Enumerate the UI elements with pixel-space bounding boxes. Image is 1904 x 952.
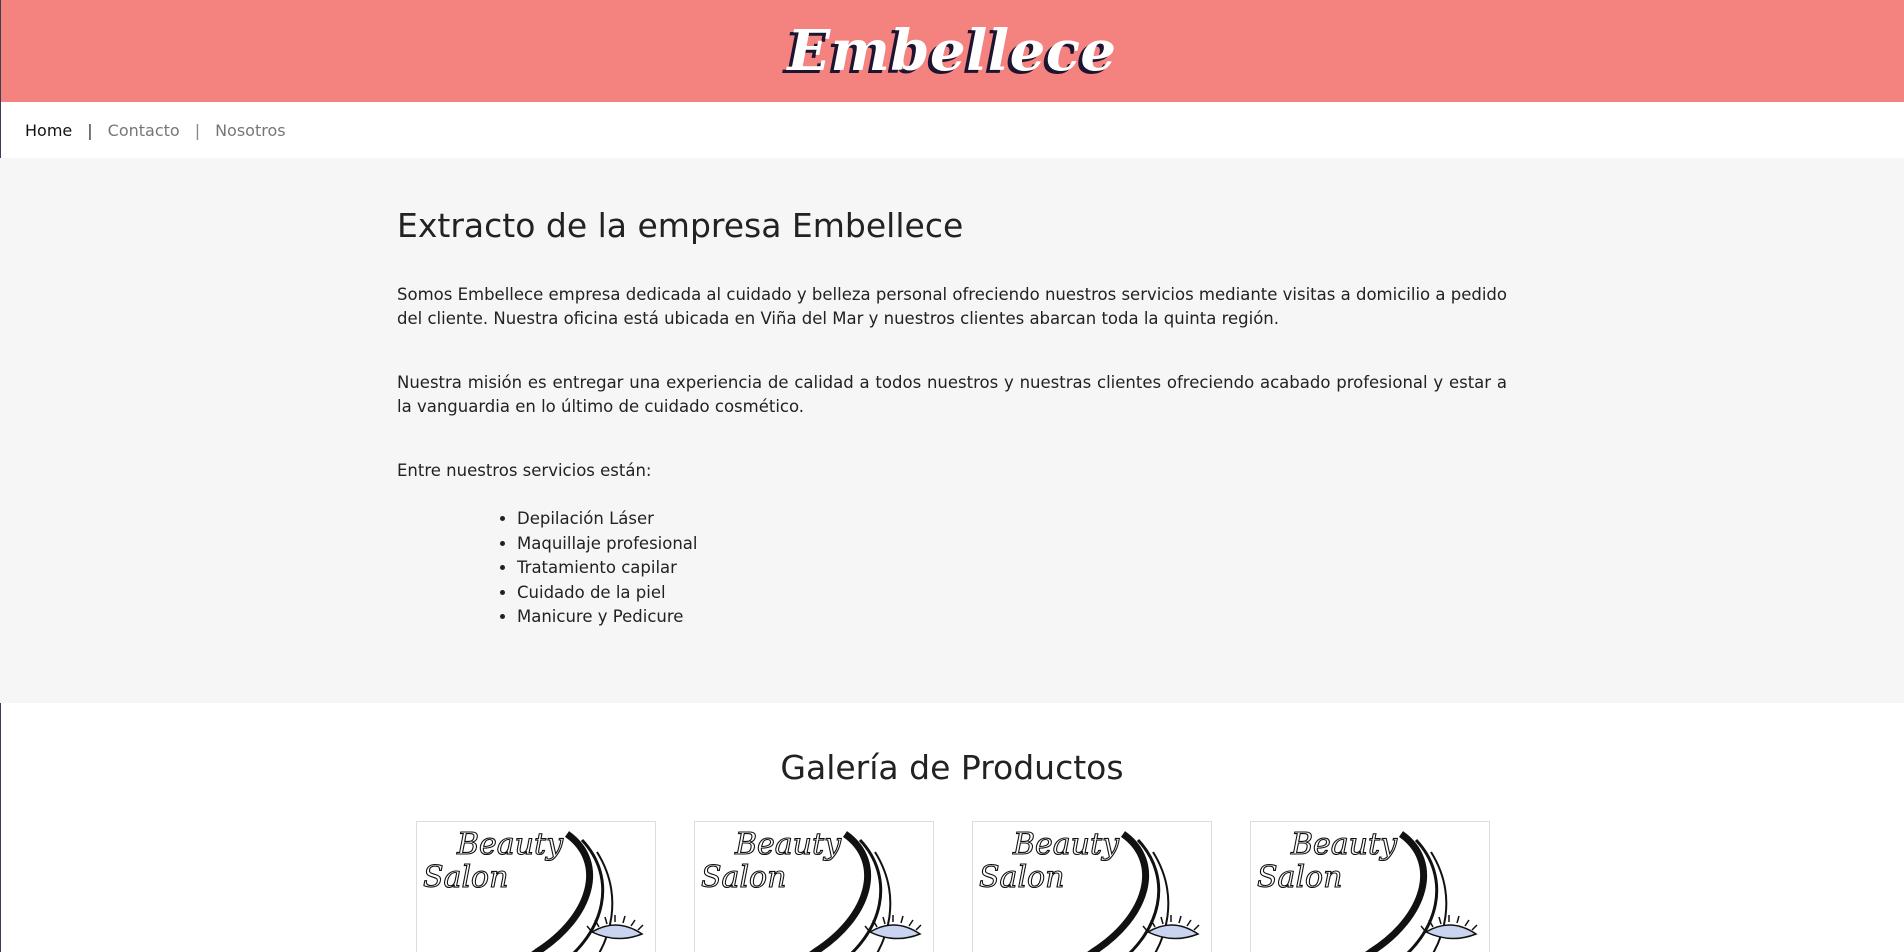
product-card[interactable]: Beauty Salon [1250,821,1490,952]
logo-text-salon: Salon [1257,860,1342,895]
logo-text-beauty: Beauty [1012,827,1120,862]
main-nav: Home | Contacto | Nosotros [0,102,1904,158]
nav-separator: | [87,120,93,140]
nav-contacto-link[interactable]: Contacto [108,121,180,140]
nav-nosotros-link[interactable]: Nosotros [215,121,286,140]
logo-text-beauty: Beauty [734,827,842,862]
logo-eye [590,924,644,940]
logo-eye [868,924,922,940]
logo-text-salon: Salon [979,860,1064,895]
about-section: Extracto de la empresa Embellece Somos E… [0,158,1904,703]
service-item: Depilación Láser [517,507,1507,532]
beauty-salon-logo-image: BeautySalon [422,826,644,952]
gallery-cards: Beauty Salon Beauty Salon Beauty Salon Beau… [416,821,1490,952]
about-paragraph-mission: Nuestra misión es entregar una experienc… [397,373,1507,416]
about-title: Extracto de la empresa Embellece [397,206,964,245]
logo-text-salon: Salon [701,860,786,895]
service-item: Manicure y Pedicure [517,605,1507,630]
gallery-title: Galería de Productos [780,748,1124,787]
about-paragraph-services-intro: Entre nuestros servicios están: [397,461,652,480]
nav-home-link[interactable]: Home [25,121,72,140]
site-header: Embellece [0,0,1904,102]
nav-separator: | [194,120,201,140]
logo-eye [1424,924,1478,940]
service-item: Tratamiento capilar [517,556,1507,581]
logo-text-beauty: Beauty [456,827,564,862]
product-card[interactable]: Beauty Salon [416,821,656,952]
product-card[interactable]: Beauty Salon [694,821,934,952]
about-content: Extracto de la empresa Embellece Somos E… [397,206,1507,630]
service-item: Maquillaje profesional [517,532,1507,557]
logo-text-beauty: Beauty [1290,827,1398,862]
page: Embellece Home | Contacto | Nosotros Ext… [0,0,1904,952]
beauty-salon-logo-image: BeautySalon [978,826,1200,952]
product-card[interactable]: Beauty Salon [972,821,1212,952]
beauty-salon-logo-image: BeautySalon [1256,826,1478,952]
beauty-salon-logo-image: BeautySalon [700,826,922,952]
about-paragraph-intro: Somos Embellece empresa dedicada al cuid… [397,285,1507,328]
brand-logo[interactable]: Embellece [787,18,1116,84]
logo-text-salon: Salon [423,860,508,895]
services-list: Depilación Láser Maquillaje profesional … [397,507,1507,630]
logo-eye [1146,924,1200,940]
service-item: Cuidado de la piel [517,581,1507,606]
